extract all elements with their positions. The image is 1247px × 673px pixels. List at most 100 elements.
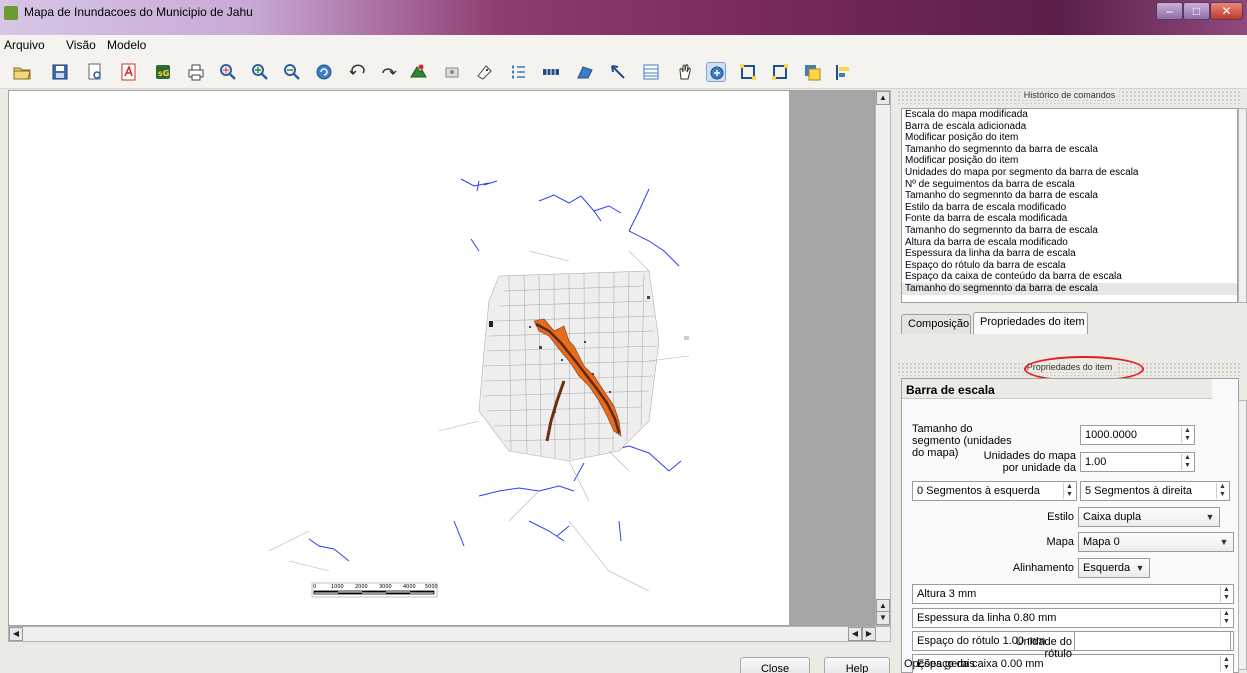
chevron-down-icon: ▼ [1219, 537, 1229, 547]
map-combobox[interactable]: Mapa 0 ▼ [1078, 532, 1234, 552]
canvas-horizontal-scrollbar[interactable]: ◀ ◀ ▶ [8, 626, 891, 642]
spinner-icon[interactable]: ▲▼ [1220, 656, 1232, 672]
history-scrollbar[interactable] [1238, 108, 1247, 303]
history-item[interactable]: Fonte da barra de escala modificada [902, 213, 1237, 225]
spinner-icon[interactable]: ▲▼ [1216, 483, 1228, 499]
move-content-icon[interactable] [706, 62, 726, 82]
history-item[interactable]: Barra de escala adicionada [902, 121, 1237, 133]
spinner-icon[interactable]: ▲▼ [1220, 586, 1232, 602]
history-item[interactable]: Unidades do mapa por segmento da barra d… [902, 167, 1237, 179]
add-image-icon[interactable] [442, 62, 462, 82]
svg-text:sG: sG [158, 69, 169, 78]
history-item[interactable]: Escala do mapa modificada [902, 109, 1237, 121]
tab-composition[interactable]: Composição [901, 314, 971, 334]
pan-icon[interactable] [675, 62, 695, 82]
maximize-button[interactable]: □ [1183, 2, 1210, 20]
history-item[interactable]: Nº de seguimentos da barra de escala [902, 179, 1237, 191]
menu-arquivo[interactable]: Arquivo [4, 38, 45, 52]
canvas-vertical-scrollbar[interactable]: ▲ ▲ ▼ [875, 90, 891, 626]
segment-size-input[interactable]: 1000.0000 ▲ ▼ [1080, 425, 1195, 445]
right-dock-panel: Histórico de comandos Escala do mapa mod… [897, 90, 1247, 673]
zoom-in-icon[interactable] [250, 62, 270, 82]
scroll-up-icon[interactable]: ▲ [876, 91, 890, 105]
history-item[interactable]: Altura da barra de escala modificado [902, 237, 1237, 249]
minimize-button[interactable]: – [1156, 2, 1183, 20]
label-unit-label: Unidade do rótulo [1015, 636, 1072, 660]
height-input[interactable]: Altura 3 mm ▲ ▼ [912, 584, 1234, 604]
help-button[interactable]: Help [824, 657, 890, 673]
history-item[interactable]: Tamanho do segmennto da barra de escala [902, 190, 1237, 202]
add-table-icon[interactable] [641, 62, 661, 82]
streets-layer [268, 250, 690, 592]
scroll-left-icon[interactable]: ◀ [848, 627, 862, 641]
composer-canvas[interactable]: 0 1000 2000 3000 4000 5000 [8, 90, 875, 626]
save-icon[interactable] [50, 62, 70, 82]
style-combobox[interactable]: Caixa dupla ▼ [1078, 507, 1220, 527]
canvas-outside-area [789, 91, 874, 625]
scalebar-label-1000: 1000 [331, 584, 344, 590]
menu-modelo[interactable]: Modelo [107, 38, 146, 52]
history-item[interactable]: Espessura da linha da barra de escala [902, 248, 1237, 260]
select-move-icon[interactable] [738, 62, 758, 82]
history-item-selected[interactable]: Tamanho do segmennto da barra de escala [902, 282, 1237, 295]
add-arrow-icon[interactable] [608, 62, 628, 82]
spinner-icon[interactable]: ▲▼ [1181, 427, 1193, 443]
spinner-icon[interactable]: ▲▼ [1181, 454, 1193, 470]
alignment-combobox[interactable]: Esquerda ▼ [1078, 558, 1150, 578]
history-dock-title: Histórico de comandos [897, 90, 1242, 104]
title-bar: Mapa de Inundacoes do Municipio de Jahu … [0, 0, 1247, 35]
history-item[interactable]: Estilo da barra de escala modificado [902, 202, 1237, 214]
raise-icon[interactable] [802, 62, 822, 82]
add-label-icon[interactable] [474, 62, 494, 82]
style-label: Estilo [1047, 511, 1074, 523]
tab-item-properties[interactable]: Propriedades do item [973, 312, 1088, 334]
history-item[interactable]: Tamanho do segmennto da barra de escala [902, 144, 1237, 156]
map-item[interactable]: 0 1000 2000 3000 4000 5000 [9, 91, 789, 626]
history-item[interactable]: Espaço da caixa de conteúdo da barra de … [902, 271, 1237, 283]
add-map-icon[interactable] [408, 62, 428, 82]
command-history-list[interactable]: Escala do mapa modificada Barra de escal… [901, 108, 1238, 303]
add-shape-icon[interactable] [575, 62, 595, 82]
zoom-full-icon[interactable] [218, 62, 238, 82]
svg-export-icon[interactable]: sG [153, 62, 173, 82]
print-icon[interactable] [186, 62, 206, 82]
window-title: Mapa de Inundacoes do Municipio de Jahu [24, 5, 253, 19]
align-icon[interactable] [834, 62, 854, 82]
history-item[interactable]: Modificar posição do item [902, 155, 1237, 167]
scale-bar[interactable]: 0 1000 2000 3000 4000 5000 [311, 582, 438, 598]
toolbar: sG [0, 54, 1247, 89]
scalebar-label-5000: 5000 [425, 584, 438, 590]
line-width-input[interactable]: Espessura da linha 0.80 mm ▲ ▼ [912, 608, 1234, 628]
history-item[interactable]: Tamanho do segmennto da barra de escala [902, 225, 1237, 237]
map-units-label: Unidades do mapa por unidade da [983, 450, 1076, 474]
history-item[interactable]: Espaço do rótulo da barra de escala [902, 260, 1237, 272]
close-button[interactable]: Close [740, 657, 810, 673]
scroll-right-icon[interactable]: ▶ [862, 627, 876, 641]
zoom-out-icon[interactable] [282, 62, 302, 82]
chevron-down-icon: ▼ [1135, 563, 1145, 573]
general-options-section[interactable]: Opções gerais [901, 658, 1211, 673]
close-window-button[interactable]: ✕ [1210, 2, 1243, 20]
spinner-icon[interactable]: ▲▼ [1220, 610, 1232, 626]
pdf-icon[interactable] [119, 62, 139, 82]
item-properties-panel: Barra de escala Tamanho do segmento (uni… [901, 378, 1239, 673]
scroll-left-icon[interactable]: ◀ [9, 627, 23, 641]
add-legend-icon[interactable] [508, 62, 528, 82]
scroll-down-icon[interactable]: ▼ [876, 611, 890, 625]
refresh-icon[interactable] [314, 62, 334, 82]
redo-icon[interactable] [378, 62, 398, 82]
group-icon[interactable] [770, 62, 790, 82]
right-segments-input[interactable]: 5 Segmentos à direita ▲ ▼ [1080, 481, 1230, 501]
print-preview-icon[interactable] [85, 62, 105, 82]
add-scalebar-icon[interactable] [541, 62, 561, 82]
section-title: Barra de escala [902, 379, 1212, 399]
left-segments-input[interactable]: 0 Segmentos à esquerda ▲ ▼ [912, 481, 1077, 501]
spinner-icon[interactable]: ▲▼ [1063, 483, 1075, 499]
open-icon[interactable] [12, 62, 32, 82]
map-units-input[interactable]: 1.00 ▲ ▼ [1080, 452, 1195, 472]
undo-icon[interactable] [348, 62, 368, 82]
history-item[interactable]: Modificar posição do item [902, 132, 1237, 144]
label-unit-input[interactable] [1074, 631, 1231, 651]
properties-scrollbar[interactable] [1238, 400, 1247, 670]
menu-visao[interactable]: Visão [66, 38, 96, 52]
